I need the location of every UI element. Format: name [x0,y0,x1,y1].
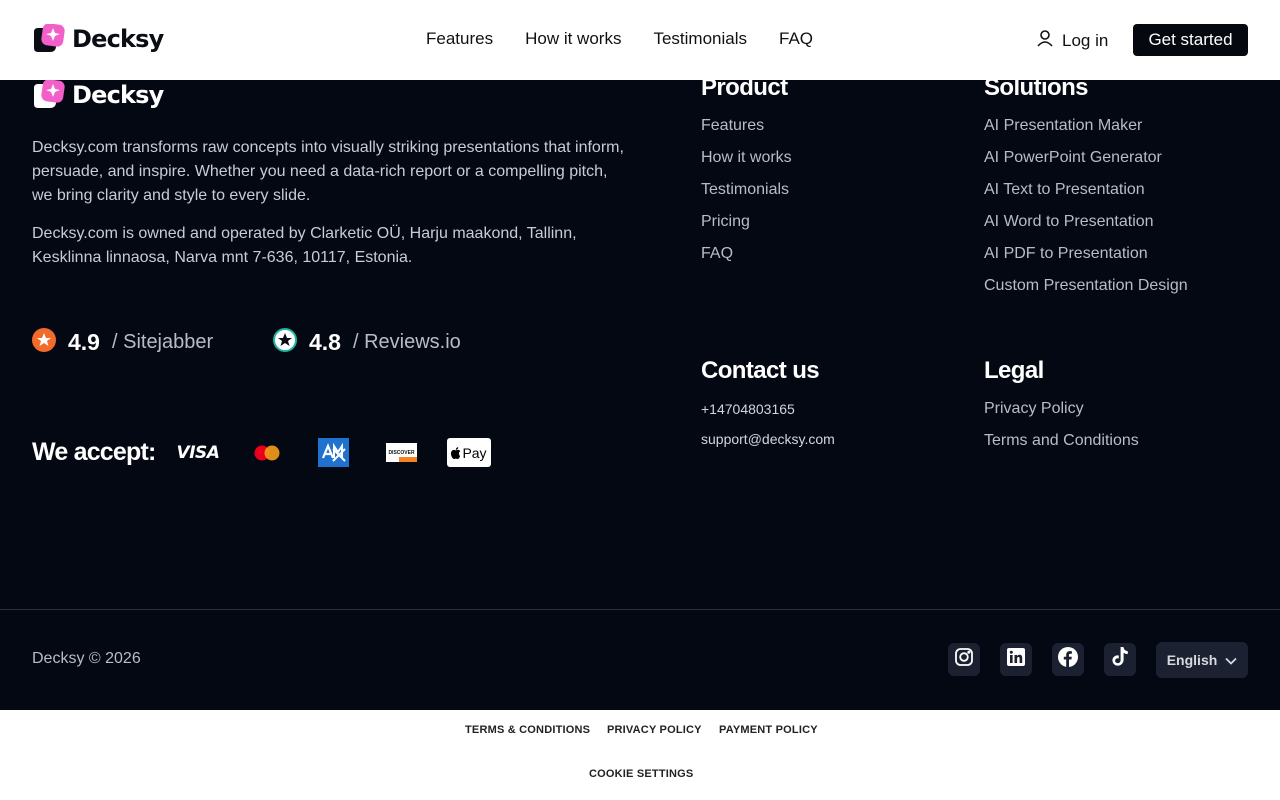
header-logo[interactable]: Decksy [32,23,164,54]
decksy-logo-icon [32,79,66,110]
footer-link-custom-presentation-design[interactable]: Custom Presentation Design [984,276,1188,308]
footer-link-ai-presentation-maker[interactable]: AI Presentation Maker [984,116,1188,148]
logo-wordmark: Decksy [72,81,164,109]
instagram-icon [954,647,974,672]
login-label: Log in [1062,30,1109,50]
user-icon [1036,29,1054,52]
contact-phone[interactable]: +14704803165 [701,399,835,429]
amex-icon [318,438,349,467]
get-started-button[interactable]: Get started [1133,24,1248,56]
footer-link-terms-and-conditions[interactable]: Terms and Conditions [984,431,1139,463]
language-label: English [1166,652,1218,668]
legal-column: Legal Privacy Policy Terms and Condition… [984,357,1139,463]
main-nav: Features How it works Testimonials FAQ [426,29,813,49]
tiktok-button[interactable] [1104,643,1136,676]
language-selector[interactable]: English [1156,642,1248,678]
contact-email[interactable]: support@decksy.com [701,429,835,459]
legal-bar: TERMS & CONDITIONS PRIVACY POLICY PAYMEN… [0,710,1280,800]
sitejabber-star-icon [32,328,56,357]
footer-link-ai-powerpoint-generator[interactable]: AI PowerPoint Generator [984,148,1188,180]
product-column: Product Features How it works Testimonia… [701,74,792,276]
chevron-down-icon [1225,652,1237,668]
instagram-button[interactable] [948,643,980,676]
nav-faq[interactable]: FAQ [779,29,813,49]
decksy-logo-icon [32,23,66,54]
mastercard-icon [254,438,280,467]
payment-methods: We accept: VISA DISCOVER Pay [32,438,516,467]
linkedin-icon [1007,648,1025,671]
contact-column: Contact us +14704803165 support@decksy.c… [701,357,835,459]
visa-icon: VISA [176,442,220,463]
footer-link-features[interactable]: Features [701,116,792,148]
footer-logo[interactable]: Decksy [32,79,164,110]
footer-link-ai-text-to-presentation[interactable]: AI Text to Presentation [984,180,1188,212]
top-header: Decksy Features How it works Testimonial… [0,0,1280,80]
facebook-button[interactable] [1052,643,1084,676]
cookie-settings-link[interactable]: COOKIE SETTINGS [589,768,693,780]
linkedin-button[interactable] [1000,643,1032,676]
rating-sitejabber[interactable]: 4.9 / Sitejabber [32,328,213,357]
tiktok-icon [1111,647,1129,672]
footer-link-privacy-policy[interactable]: Privacy Policy [984,399,1139,431]
facebook-icon [1058,647,1078,672]
rating-reviewsio[interactable]: 4.8 / Reviews.io [273,328,461,357]
privacy-link[interactable]: PRIVACY POLICY [607,724,702,736]
rating-source: / Reviews.io [352,331,461,353]
footer-link-ai-word-to-presentation[interactable]: AI Word to Presentation [984,212,1188,244]
rating-score: 4.9 [68,329,100,355]
footer-link-pricing[interactable]: Pricing [701,212,792,244]
nav-how-it-works[interactable]: How it works [525,29,621,49]
footer-divider [0,609,1280,610]
logo-wordmark: Decksy [72,25,164,53]
legal-heading: Legal [984,357,1044,384]
footer-link-ai-pdf-to-presentation[interactable]: AI PDF to Presentation [984,244,1188,276]
payment-policy-link[interactable]: PAYMENT POLICY [719,724,818,736]
footer-link-how-it-works[interactable]: How it works [701,148,792,180]
login-link[interactable]: Log in [1036,29,1108,52]
site-footer: Decksy Decksy.com transforms raw concept… [0,74,1280,710]
copyright: Decksy © 2026 [32,650,141,667]
contact-heading: Contact us [701,357,820,384]
solutions-column: Solutions AI Presentation Maker AI Power… [984,74,1188,308]
we-accept-label: We accept: [32,438,156,466]
terms-link[interactable]: TERMS & CONDITIONS [465,724,590,736]
nav-features[interactable]: Features [426,29,493,49]
company-ownership: Decksy.com is owned and operated by Clar… [32,225,577,266]
footer-link-testimonials[interactable]: Testimonials [701,180,792,212]
company-description: Decksy.com transforms raw concepts into … [32,139,624,204]
apple-pay-icon: Pay [447,438,491,467]
footer-link-faq[interactable]: FAQ [701,244,792,276]
reviewsio-star-icon [273,328,297,357]
rating-source: / Sitejabber [111,331,214,353]
discover-icon: DISCOVER [386,443,417,462]
rating-score: 4.8 [309,329,341,355]
nav-testimonials[interactable]: Testimonials [653,29,747,49]
